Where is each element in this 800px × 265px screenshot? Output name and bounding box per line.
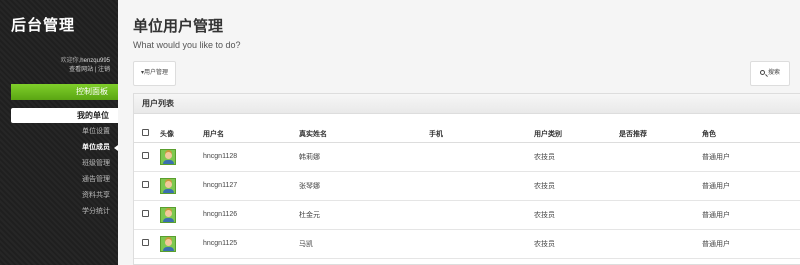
sidebar-item-notice-management[interactable]: 通告管理 [0, 172, 118, 188]
site-links[interactable]: 查看网站 | 注销 [69, 67, 110, 73]
row-select-cell [134, 142, 160, 172]
recommended-cell [619, 171, 702, 201]
header-user-type[interactable]: 用户类别 [534, 126, 619, 143]
sidebar-item-class-management[interactable]: 班级管理 [0, 156, 118, 172]
brand-title: 后台管理 [11, 17, 76, 34]
sidebar-nav: 单位设置 单位成员 班级管理 通告管理 资料共享 学分统计 [0, 124, 118, 220]
row-checkbox[interactable] [142, 181, 149, 188]
recommended-cell [619, 200, 702, 230]
welcome-block: 欢迎你,henzqu995 查看网站 | 注销 [61, 57, 110, 75]
table-row[interactable]: hncgn1128 韩莉娜 农技员 普通用户 [134, 142, 800, 172]
header-recommended[interactable]: 是否推荐 [619, 126, 702, 143]
realname-cell: 韩莉娜 [299, 142, 429, 172]
app: 后台管理 欢迎你,henzqu995 查看网站 | 注销 控制面板 我的单位 单… [0, 0, 800, 265]
username-cell[interactable]: hncgn1126 [203, 200, 299, 230]
header-realname[interactable]: 真实姓名 [299, 126, 429, 143]
phone-cell [429, 171, 534, 201]
select-all-cell [134, 126, 160, 143]
user-avatar-icon [160, 177, 176, 194]
search-icon [759, 70, 765, 75]
welcome-username: henzqu995 [80, 58, 110, 64]
avatar-cell [160, 200, 203, 230]
user-list-panel: 用户列表 头像 用户名 真实姓名 手机 用户类别 是否推荐 角色 hncgn11… [133, 93, 800, 265]
table-row[interactable]: hncgn1127 张琴娜 农技员 普通用户 [134, 171, 800, 201]
phone-cell [429, 142, 534, 172]
welcome-prefix: 欢迎你, [60, 58, 81, 64]
page-title: 单位用户管理 [133, 18, 224, 35]
header-phone[interactable]: 手机 [429, 126, 534, 143]
sidebar-item-resource-sharing[interactable]: 资料共享 [0, 188, 118, 204]
user-table: 头像 用户名 真实姓名 手机 用户类别 是否推荐 角色 hncgn1128 韩莉… [134, 126, 800, 259]
my-unit-section[interactable]: 我的单位 [11, 108, 118, 123]
row-select-cell [134, 229, 160, 259]
sidebar-item-unit-members[interactable]: 单位成员 [0, 140, 118, 156]
select-all-checkbox[interactable] [142, 129, 149, 137]
row-select-cell [134, 200, 160, 230]
row-select-cell [134, 171, 160, 201]
avatar-cell [160, 229, 203, 259]
table-row[interactable]: hncgn1125 马凯 农技员 普通用户 [134, 229, 800, 259]
role-cell: 普通用户 [702, 142, 800, 172]
main-content: 单位用户管理 What would you like to do? ▾用户管理 … [118, 0, 800, 265]
user-type-cell: 农技员 [534, 229, 619, 259]
username-cell[interactable]: hncgn1127 [203, 171, 299, 201]
row-checkbox[interactable] [142, 239, 149, 246]
user-management-dropdown[interactable]: ▾用户管理 [133, 61, 176, 86]
dashboard-button[interactable]: 控制面板 [11, 84, 118, 100]
realname-cell: 马凯 [299, 229, 429, 259]
header-avatar: 头像 [160, 126, 203, 143]
user-avatar-icon [160, 148, 176, 165]
user-type-cell: 农技员 [534, 200, 619, 230]
phone-cell [429, 200, 534, 230]
username-cell[interactable]: hncgn1125 [203, 229, 299, 259]
header-role[interactable]: 角色 [702, 126, 800, 143]
search-button[interactable]: 搜索 [750, 61, 790, 86]
sidebar-item-credit-statistics[interactable]: 学分统计 [0, 204, 118, 220]
user-avatar-icon [160, 206, 176, 223]
username-cell[interactable]: hncgn1128 [203, 142, 299, 172]
phone-cell [429, 229, 534, 259]
table-header-row: 头像 用户名 真实姓名 手机 用户类别 是否推荐 角色 [134, 126, 800, 143]
search-label: 搜索 [767, 70, 780, 76]
realname-cell: 张琴娜 [299, 171, 429, 201]
user-type-cell: 农技员 [534, 171, 619, 201]
avatar-cell [160, 142, 203, 172]
table-row[interactable]: hncgn1126 杜金元 农技员 普通用户 [134, 200, 800, 230]
header-username[interactable]: 用户名 [203, 126, 299, 143]
role-cell: 普通用户 [702, 200, 800, 230]
recommended-cell [619, 142, 702, 172]
user-type-cell: 农技员 [534, 142, 619, 172]
role-cell: 普通用户 [702, 229, 800, 259]
page-subtitle: What would you like to do? [133, 40, 241, 50]
panel-title: 用户列表 [134, 94, 800, 114]
row-checkbox[interactable] [142, 210, 149, 217]
realname-cell: 杜金元 [299, 200, 429, 230]
role-cell: 普通用户 [702, 171, 800, 201]
avatar-cell [160, 171, 203, 201]
user-avatar-icon [160, 235, 176, 252]
sidebar-item-unit-settings[interactable]: 单位设置 [0, 124, 118, 140]
recommended-cell [619, 229, 702, 259]
sidebar: 后台管理 欢迎你,henzqu995 查看网站 | 注销 控制面板 我的单位 单… [0, 0, 118, 265]
row-checkbox[interactable] [142, 152, 149, 159]
